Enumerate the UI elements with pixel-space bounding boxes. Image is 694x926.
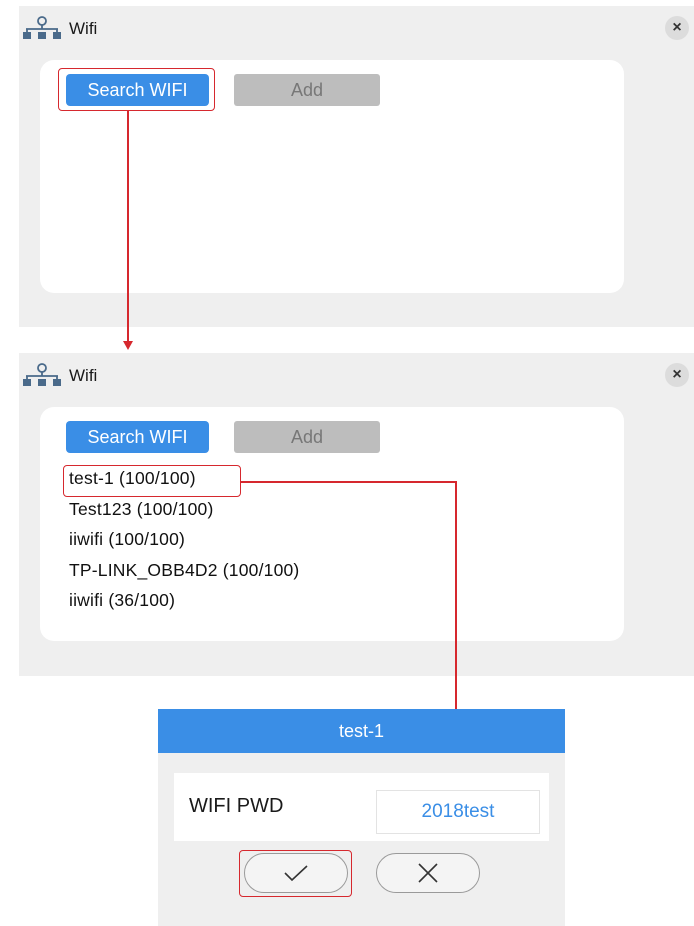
wifi-card: Search WIFI Add test-1 (100/100) Test123… xyxy=(40,407,624,641)
dialog-title: test-1 xyxy=(158,709,565,753)
network-icon xyxy=(23,16,61,39)
close-button[interactable]: × xyxy=(665,16,689,40)
search-highlight xyxy=(58,68,215,111)
network-icon xyxy=(23,363,61,386)
password-input[interactable]: 2018test xyxy=(376,790,540,834)
panel-title: Wifi xyxy=(69,366,98,385)
wifi-network-item[interactable]: TP-LINK_OBB4D2 (100/100) xyxy=(69,555,299,586)
search-wifi-button[interactable]: Search WIFI xyxy=(66,421,209,453)
connector-line xyxy=(241,481,456,483)
confirm-highlight xyxy=(239,850,352,897)
add-button[interactable]: Add xyxy=(234,421,380,453)
panel-header: Wifi × xyxy=(19,6,694,52)
connector-line xyxy=(127,110,129,343)
wifi-network-item[interactable]: Test123 (100/100) xyxy=(69,494,299,525)
close-button[interactable]: × xyxy=(665,363,689,387)
network-highlight xyxy=(63,465,241,497)
password-label: WIFI PWD xyxy=(189,795,284,817)
wifi-panel-initial: Wifi × Search WIFI Add xyxy=(19,6,694,327)
connector-line xyxy=(455,481,457,709)
add-button[interactable]: Add xyxy=(234,74,380,106)
arrow-down-icon xyxy=(123,341,133,350)
wifi-network-item[interactable]: iiwifi (36/100) xyxy=(69,585,299,616)
wifi-panel-results: Wifi × Search WIFI Add test-1 (100/100) … xyxy=(19,353,694,676)
cancel-button[interactable] xyxy=(376,853,480,893)
panel-title: Wifi xyxy=(69,19,98,38)
password-dialog: test-1 WIFI PWD 2018test xyxy=(158,709,565,926)
wifi-network-item[interactable]: iiwifi (100/100) xyxy=(69,524,299,555)
panel-header: Wifi × xyxy=(19,353,694,399)
x-icon xyxy=(418,863,438,883)
password-row: WIFI PWD 2018test xyxy=(174,773,549,841)
